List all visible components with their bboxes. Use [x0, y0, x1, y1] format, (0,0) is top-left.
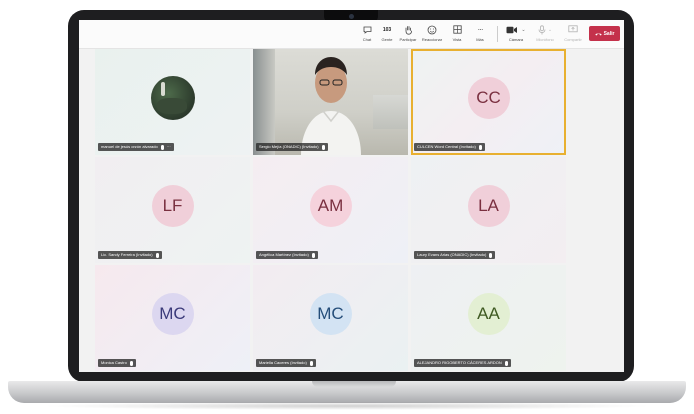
laptop-base: [8, 381, 686, 403]
mic-muted-icon: [504, 360, 508, 366]
participant-name: ALEJANDRO RIGOBERTO CÁCERES ARDON: [417, 360, 502, 365]
participant-name: Mariella Caceres (Invitado): [259, 360, 307, 365]
camera-chevron-icon: ⌄: [521, 26, 526, 33]
participant-name-tag: CULCEN Word Central (Invitado): [414, 143, 485, 151]
webcam-dot: [349, 14, 354, 19]
participant-avatar: AA: [467, 292, 510, 335]
laptop-shadow: [40, 402, 654, 410]
participant-avatar: MC: [151, 292, 194, 335]
camera-icon: ⌄: [506, 23, 526, 36]
mic-muted-icon: [129, 360, 133, 366]
participant-name: CULCEN Word Central (Invitado): [417, 144, 476, 149]
react-icon: [427, 23, 437, 36]
laptop-base-groove: [312, 381, 396, 387]
participant-name: Sergio Mejía (ONADIC) (Invitado): [259, 144, 319, 149]
mic-muted-icon: [321, 144, 325, 150]
participant-name: Monica Castro: [101, 360, 127, 365]
more-label: Más: [476, 37, 484, 42]
participant-avatar: AM: [309, 184, 352, 227]
participant-name: Laury Evans Arias (ONADIC) (Invitado): [417, 252, 487, 257]
leave-button[interactable]: Salir: [589, 26, 620, 41]
participant-avatar: CC: [467, 76, 510, 119]
react-label: Reaccionar: [421, 37, 443, 42]
more-options-icon[interactable]: ···: [167, 143, 171, 151]
participant-name-tag: Sergio Mejía (ONADIC) (Invitado): [256, 143, 328, 151]
more-icon: ···: [477, 25, 484, 34]
mic-muted-icon: [489, 252, 493, 258]
teams-meeting-screen: Chat 103 Gente Participar Reaccionar Vis…: [79, 20, 624, 372]
camera-label: Cámara: [508, 37, 524, 42]
mic-muted-icon: [311, 252, 315, 258]
share-button[interactable]: Compartir: [559, 23, 587, 45]
mic-muted-icon: [155, 252, 159, 258]
more-button[interactable]: ··· Más: [466, 23, 494, 45]
participant-name: Lic. Sandy Ferreira (Invitado): [101, 252, 153, 257]
mic-label: Micrófono: [536, 37, 554, 42]
participant-name-tag: ALEJANDRO RIGOBERTO CÁCERES ARDON: [414, 359, 511, 367]
view-label: Vista: [452, 37, 462, 42]
chat-icon: [363, 23, 372, 36]
raise-hand-label: Participar: [399, 37, 417, 42]
participant-name: manuel de jesús orzón alvarado: [101, 144, 158, 149]
meeting-toolbar: Chat 103 Gente Participar Reaccionar Vis…: [79, 20, 624, 49]
mic-chevron-icon: ⌄: [547, 26, 553, 33]
mic-button[interactable]: ⌄ Micrófono: [531, 23, 559, 45]
toolbar-divider: [497, 26, 498, 42]
participant-tile[interactable]: manuel de jesús orzón alvarado ···: [95, 49, 250, 155]
video-feed: [253, 49, 408, 155]
participant-photo: [150, 75, 195, 120]
mic-muted-icon: [309, 360, 313, 366]
participant-tile[interactable]: MC Mariella Caceres (Invitado): [253, 265, 408, 371]
participant-avatar: MC: [309, 292, 352, 335]
participant-name: Angélica Martínez (Invitado): [259, 252, 309, 257]
mic-icon: ⌄: [538, 23, 552, 36]
chat-label: Chat: [362, 37, 372, 42]
participant-name-tag: Lic. Sandy Ferreira (Invitado): [98, 251, 162, 259]
participant-avatar: LA: [467, 184, 510, 227]
people-count: 103: [382, 26, 392, 33]
participant-tile[interactable]: MC Monica Castro: [95, 265, 250, 371]
participant-tile[interactable]: LA Laury Evans Arias (ONADIC) (Invitado): [411, 157, 566, 263]
react-button[interactable]: Reaccionar: [418, 23, 446, 45]
participant-name-tag: Monica Castro: [98, 359, 136, 367]
person-silhouette: [301, 57, 361, 155]
participant-name-tag: Angélica Martínez (Invitado): [256, 251, 318, 259]
participant-avatar: LF: [151, 184, 194, 227]
participant-name-tag: Mariella Caceres (Invitado): [256, 359, 316, 367]
participant-tile-video[interactable]: Sergio Mejía (ONADIC) (Invitado): [253, 49, 408, 155]
participant-tile[interactable]: AM Angélica Martínez (Invitado): [253, 157, 408, 263]
share-label: Compartir: [564, 37, 582, 42]
view-icon: [452, 23, 462, 36]
participant-grid: manuel de jesús orzón alvarado ··· Sergi…: [95, 49, 566, 371]
camera-button[interactable]: ⌄ Cámara: [502, 23, 530, 45]
share-icon: [568, 23, 578, 36]
people-label: Gente: [381, 37, 393, 42]
leave-label: Salir: [603, 30, 615, 37]
people-icon: 103: [383, 23, 391, 36]
participant-tile[interactable]: AA ALEJANDRO RIGOBERTO CÁCERES ARDON: [411, 265, 566, 371]
participant-name-tag: Laury Evans Arias (ONADIC) (Invitado): [414, 251, 496, 259]
mic-muted-icon: [160, 144, 164, 150]
mic-muted-icon: [478, 144, 482, 150]
participant-name-tag: manuel de jesús orzón alvarado ···: [98, 143, 174, 151]
raise-hand-icon: [404, 23, 413, 36]
hang-up-icon: [594, 32, 602, 35]
participant-tile[interactable]: LF Lic. Sandy Ferreira (Invitado): [95, 157, 250, 263]
participant-tile[interactable]: CC CULCEN Word Central (Invitado): [411, 49, 566, 155]
